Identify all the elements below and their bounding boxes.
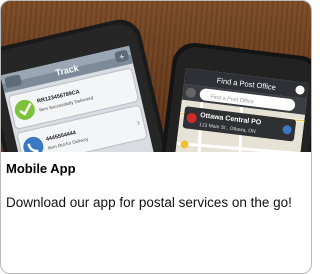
left-phone: Track + RR123456789CA Item Successfully … (1, 19, 175, 152)
promo-card[interactable]: Track + RR123456789CA Item Successfully … (0, 0, 312, 274)
app-screenshot-image: Track + RR123456789CA Item Successfully … (1, 1, 311, 152)
promo-description: Download our app for postal services on … (6, 195, 292, 210)
promo-title: Mobile App (6, 161, 76, 176)
right-phone: Find a Post Office Find a Post Office Ot… (158, 42, 311, 152)
